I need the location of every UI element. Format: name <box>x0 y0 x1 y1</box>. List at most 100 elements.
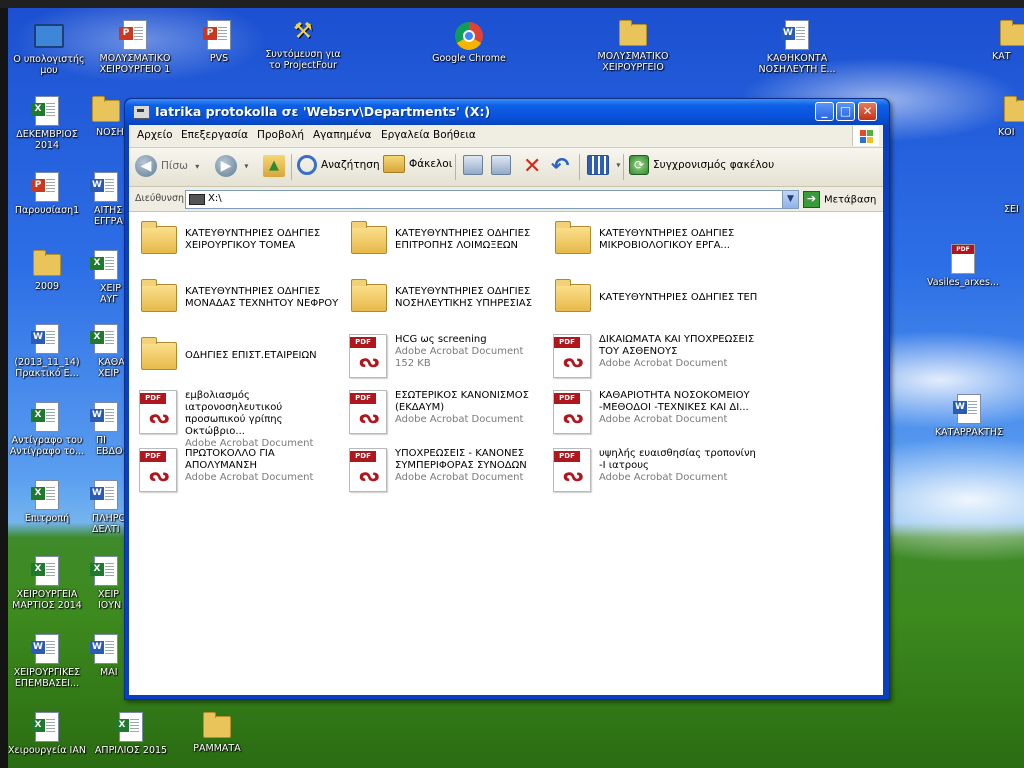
undo-button[interactable]: ↶ <box>551 155 569 179</box>
folder-icon <box>33 250 61 276</box>
folder-icon <box>203 712 231 738</box>
desktop-icon-katha-xeir[interactable]: X ΚΑΘΑ ΧΕΙΡ <box>72 324 132 379</box>
pdf-item[interactable]: PDF ᔓ ΥΠΟΧΡΕΩΣΕΙΣ - ΚΑΝΟΝΕΣ ΣΥΜΠΕΡΙΦΟΡΑΣ … <box>343 446 553 494</box>
desktop-icon-vasiles-arxes[interactable]: PDF Vasiles_arxes... <box>920 244 1006 288</box>
menu-file[interactable]: Αρχείο <box>137 129 173 141</box>
desktop-icon-katarraktis[interactable]: W ΚΑΤΑΡΡΑΚΤΗΣ <box>926 394 1012 438</box>
minimize-button[interactable]: _ <box>815 102 834 121</box>
desktop-icon-label: ΑΠΡΙΛΙΟΣ 2015 <box>94 745 168 756</box>
desktop-icon-kathikonta[interactable]: W ΚΑΘΗΚΟΝΤΑ ΝΟΣΗΛΕΥΤΗ Ε... <box>754 20 840 75</box>
menu-help[interactable]: Βοήθεια <box>433 129 476 141</box>
desktop-icon-pvs[interactable]: P PVS <box>176 20 262 64</box>
move-to-button[interactable] <box>463 155 487 179</box>
item-name: ΚΑΤΕΥΘΥΝΤΗΡΙΕΣ ΟΔΗΓΙΕΣ ΜΟΝΑΔΑΣ ΤΕΧΝΗΤΟΥ … <box>185 286 339 309</box>
pdf-item[interactable]: PDF ᔓ εμβολιασμός ιατρονοσηλευτικού προσω… <box>133 388 343 449</box>
excel-icon: X <box>31 402 59 432</box>
back-label: Πίσω <box>161 160 188 172</box>
chevron-down-icon[interactable]: ▾ <box>244 162 248 171</box>
desktop-icon-mai[interactable]: W ΜΑΙ <box>72 634 132 678</box>
sync-icon: ⟳ <box>629 155 649 175</box>
windows-logo-icon <box>852 126 879 146</box>
title-bar[interactable]: Iatrika protokolla σε 'Websrv\Department… <box>125 99 889 125</box>
back-button[interactable]: ◀ Πίσω ▾ <box>135 155 199 179</box>
folder-icon <box>1000 20 1024 46</box>
explorer-window[interactable]: Iatrika protokolla σε 'Websrv\Department… <box>124 98 890 700</box>
maximize-button[interactable]: □ <box>836 102 855 121</box>
item-name: ΚΑΤΕΥΘΥΝΤΗΡΙΕΣ ΟΔΗΓΙΕΣ ΧΕΙΡΟΥΡΓΙΚΟΥ ΤΟΜΕ… <box>185 228 321 251</box>
chevron-down-icon[interactable]: ▼ <box>782 191 798 208</box>
close-button[interactable]: ✕ <box>858 102 877 121</box>
pdf-item[interactable]: PDF ᔓ υψηλής ευαισθησίας τροπονίνη -Ι ιατ… <box>547 446 757 494</box>
folder-item[interactable]: ΚΑΤΕΥΘΥΝΤΗΡΙΕΣ ΟΔΗΓΙΕΣ ΕΠΙΤΡΟΠΗΣ ΛΟΙΜΩΞΕ… <box>343 218 553 266</box>
folder-item[interactable]: ΟΔΗΓΙΕΣ ΕΠΙΣΤ.ΕΤΑΙΡΕΙΩΝ <box>133 334 343 382</box>
pdf-icon: PDF ᔓ <box>139 390 177 434</box>
desktop-icon-kat[interactable]: ΚΑΤ <box>992 20 1024 62</box>
up-folder-button[interactable]: ▲ <box>263 155 289 179</box>
item-text: ΚΑΘΑΡΙΟΤΗΤΑ ΝΟΣΟΚΟΜΕΙΟΥ -ΜΕΘΟΔΟΙ -ΤΕΧΝΙΚ… <box>599 390 759 426</box>
folder-item[interactable]: ΚΑΤΕΥΘΥΝΤΗΡΙΕΣ ΟΔΗΓΙΕΣ ΤΕΠ <box>547 276 757 324</box>
folder-item[interactable]: ΚΑΤΕΥΘΥΝΤΗΡΙΕΣ ΟΔΗΓΙΕΣ ΜΙΚΡΟΒΙΟΛΟΓΙΚΟΥ Ε… <box>547 218 757 266</box>
pdf-item[interactable]: PDF ᔓ ΕΣΩΤΕΡΙΚΟΣ ΚΑΝΟΝΙΣΜΟΣ (ΕΚΔΑΥΜ) Adob… <box>343 388 553 436</box>
desktop-icon-label: ΠΛΗΡΟ ΔΕΛΤΙ <box>92 513 126 535</box>
desktop-icon-xeir-ioyn[interactable]: X ΧΕΙΡ ΙΟΥΝ <box>72 556 132 611</box>
folder-item[interactable]: ΚΑΤΕΥΘΥΝΤΗΡΙΕΣ ΟΔΗΓΙΕΣ ΧΕΙΡΟΥΡΓΙΚΟΥ ΤΟΜΕ… <box>133 218 343 266</box>
desktop-icon-sei[interactable]: ΣΕΙ <box>1004 172 1024 215</box>
desktop-icon-pi-evdo[interactable]: W ΠΙ ΕΒΔΟ <box>72 402 132 457</box>
copy-to-button[interactable] <box>491 155 515 179</box>
folder-icon <box>92 96 120 122</box>
desktop-icon-label: Vasiles_arxes... <box>926 277 999 288</box>
pdf-item[interactable]: PDF ᔓ ΠΡΩΤΟΚΟΛΛΟ ΓΙΑ ΑΠΟΛΥΜΑΝΣΗ Adobe Acr… <box>133 446 343 494</box>
chevron-down-icon[interactable]: ▾ <box>616 161 620 170</box>
menu-view[interactable]: Προβολή <box>257 129 304 141</box>
ppt-icon: P <box>31 172 59 202</box>
desktop-icon-aitisi[interactable]: W ΑΙΤΗΣ ΕΓΓΡΑ <box>72 172 132 227</box>
desktop-icon-pliro-delti[interactable]: W ΠΛΗΡΟ ΔΕΛΤΙ <box>72 480 132 535</box>
back-arrow-icon: ◀ <box>135 155 157 177</box>
forward-arrow-icon: ▶ <box>215 155 237 177</box>
item-name: εμβολιασμός ιατρονοσηλευτικού προσωπικού… <box>185 390 283 437</box>
chevron-down-icon[interactable]: ▾ <box>195 162 199 171</box>
excel-icon: X <box>90 250 118 280</box>
desktop-icon-aprilios-2015[interactable]: X ΑΠΡΙΛΙΟΣ 2015 <box>88 712 174 756</box>
desktop-icon-google-chrome[interactable]: Google Chrome <box>426 22 512 64</box>
sync-label: Συγχρονισμός φακέλου <box>653 159 775 171</box>
desktop-icon-xeiroyrgeia-ian[interactable]: X Χειρουργεία ΙΑΝ <box>4 712 90 756</box>
desktop-icon-rammata[interactable]: ΡΑΜΜΑΤΑ <box>174 712 260 754</box>
menu-tools[interactable]: Εργαλεία <box>381 129 430 141</box>
folder-item[interactable]: ΚΑΤΕΥΘΥΝΤΗΡΙΕΣ ΟΔΗΓΙΕΣ ΜΟΝΑΔΑΣ ΤΕΧΝΗΤΟΥ … <box>133 276 343 324</box>
desktop-icon-label: ΚΑΘΑ ΧΕΙΡ <box>98 357 125 379</box>
desktop-icon-label: ΧΕΙΡ ΑΥΓ <box>100 283 122 305</box>
desktop-icon-koi[interactable]: ΚΟΙ <box>998 96 1024 138</box>
pdf-item[interactable]: PDF ᔓ HCG ως screening Adobe Acrobat Docu… <box>343 332 553 380</box>
desktop-icon-xeir-ayg[interactable]: X ΧΕΙΡ ΑΥΓ <box>72 250 132 305</box>
ppt-icon: P <box>119 20 147 50</box>
pdf-icon: PDF ᔓ <box>349 390 387 434</box>
desktop-icon-projectfour[interactable]: ⚒ Συντόμευση για το ProjectFour <box>260 18 346 71</box>
search-icon <box>297 155 317 175</box>
desktop-icon-nosi[interactable]: ΝΟΣΗ <box>72 96 132 138</box>
views-button[interactable]: ▾ <box>587 155 620 179</box>
delete-button[interactable]: ✕ <box>523 155 541 179</box>
menu-favorites[interactable]: Αγαπημένα <box>313 129 371 141</box>
search-button[interactable]: Αναζήτηση <box>297 155 380 179</box>
desktop-icon-my-computer[interactable]: Ο υπολογιστής μου <box>6 20 92 76</box>
word-icon: W <box>31 634 59 664</box>
excel-icon: X <box>115 712 143 742</box>
forward-button[interactable]: ▶ ▾ <box>215 155 248 179</box>
folder-item[interactable]: ΚΑΤΕΥΘΥΝΤΗΡΙΕΣ ΟΔΗΓΙΕΣ ΝΟΣΗΛΕΥΤΙΚΗΣ ΥΠΗΡ… <box>343 276 553 324</box>
desktop-icon-molysmatiko[interactable]: ΜΟΛΥΣΜΑΤΙΚΟ ΧΕΙΡΟΥΡΓΕΙΟ <box>590 20 676 73</box>
sync-folder-button[interactable]: ⟳ Συγχρονισμός φακέλου <box>629 155 774 179</box>
menu-edit[interactable]: Επεξεργασία <box>181 129 248 141</box>
address-input[interactable]: X:\ ▼ <box>185 190 799 209</box>
chrome-icon <box>455 22 483 50</box>
item-text: ΔΙΚΑΙΩΜΑΤΑ ΚΑΙ ΥΠΟΧΡΕΩΣΕΙΣ ΤΟΥ ΑΣΘΕΝΟΥΣ … <box>599 334 759 370</box>
desktop-icon-label: ΡΑΜΜΑΤΑ <box>193 743 241 754</box>
go-button[interactable]: ➔ Μετάβαση <box>803 191 876 208</box>
pdf-item[interactable]: PDF ᔓ ΔΙΚΑΙΩΜΑΤΑ ΚΑΙ ΥΠΟΧΡΕΩΣΕΙΣ ΤΟΥ ΑΣΘΕ… <box>547 332 757 380</box>
pdf-item[interactable]: PDF ᔓ ΚΑΘΑΡΙΟΤΗΤΑ ΝΟΣΟΚΟΜΕΙΟΥ -ΜΕΘΟΔΟΙ -Τ… <box>547 388 757 436</box>
folder-icon <box>555 221 591 254</box>
folders-button[interactable]: Φάκελοι <box>383 155 452 179</box>
window-client: Αρχείο Επεξεργασία Προβολή Αγαπημένα Εργ… <box>129 125 883 695</box>
desktop-icon-molysmatiko-1[interactable]: P ΜΟΛΥΣΜΑΤΙΚΟ ΧΕΙΡΟΥΡΓΕΙΟ 1 <box>92 20 178 75</box>
desktop-icon-label: ΜΑΙ <box>100 667 118 678</box>
